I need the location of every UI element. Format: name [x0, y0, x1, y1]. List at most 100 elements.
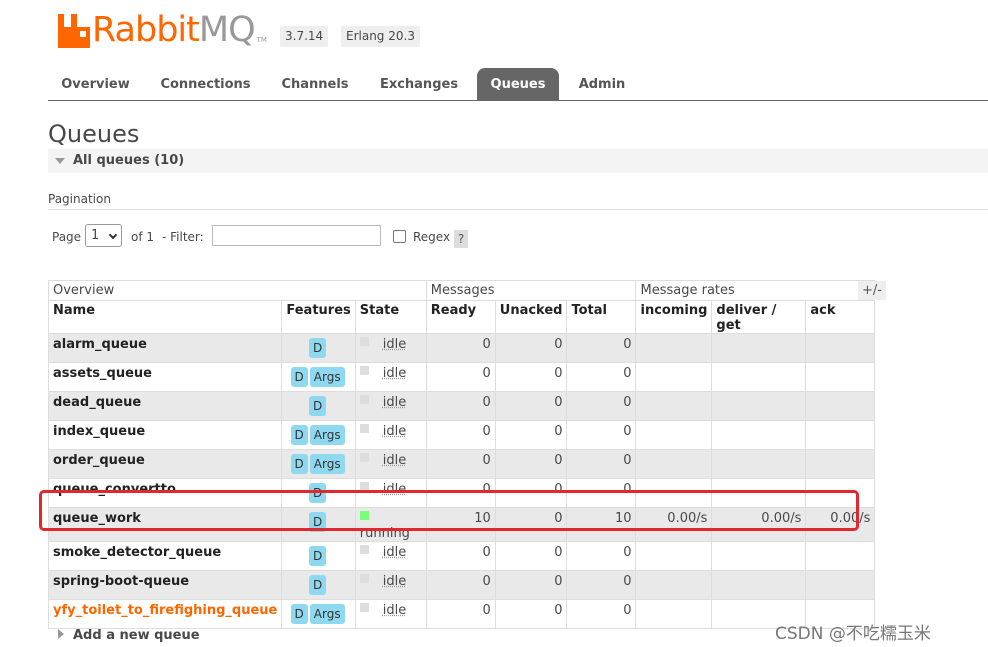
state-label: idle	[382, 453, 407, 468]
queue-name-link[interactable]: spring-boot-queue	[47, 570, 283, 600]
ack-cell	[805, 478, 876, 508]
state-label: idle	[382, 424, 407, 439]
incoming-cell	[635, 420, 713, 450]
state-cell: idle	[354, 391, 427, 421]
total-cell: 10	[566, 507, 637, 542]
ack-cell	[805, 333, 876, 363]
expand-triangle-icon	[58, 629, 64, 639]
tab-queues[interactable]: Queues	[477, 68, 559, 101]
queue-name-link[interactable]: assets_queue	[47, 362, 283, 392]
column-header[interactable]: Name	[47, 300, 283, 334]
queue-name-link[interactable]: yfy_toilet_to_firefighing_queue	[47, 599, 283, 629]
column-header[interactable]: Ready	[425, 300, 496, 334]
incoming-cell	[635, 541, 713, 571]
queue-name-link[interactable]: index_queue	[47, 420, 283, 450]
table-row: yfy_toilet_to_firefighing_queue D Args idle…	[47, 599, 876, 629]
total-cell: 0	[566, 333, 637, 363]
tab-admin[interactable]: Admin	[569, 68, 635, 101]
queue-name-link[interactable]: queue_work	[47, 507, 283, 542]
tab-connections[interactable]: Connections	[156, 68, 255, 101]
table-row: spring-boot-queue Didle 0 0 0	[47, 570, 876, 600]
tab-overview[interactable]: Overview	[48, 68, 143, 101]
page-label: Page	[52, 230, 82, 244]
feature-badge: Args	[309, 604, 345, 624]
queue-name-link[interactable]: alarm_queue	[47, 333, 283, 363]
column-header[interactable]: State	[354, 300, 427, 334]
column-header[interactable]: Unacked	[494, 300, 568, 334]
unacked-cell: 0	[494, 478, 568, 508]
main-nav-tabs: Overview Connections Channels Exchanges …	[48, 68, 988, 101]
ready-cell: 0	[425, 478, 496, 508]
ready-cell: 0	[425, 570, 496, 600]
unacked-cell: 0	[494, 362, 568, 392]
incoming-cell	[635, 362, 713, 392]
state-cell: idle	[354, 478, 427, 508]
total-cell: 0	[566, 420, 637, 450]
unacked-cell: 0	[494, 449, 568, 479]
incoming-cell: 0.00/s	[635, 507, 713, 542]
filter-label: - Filter:	[162, 230, 204, 244]
state-indicator-icon	[359, 424, 369, 433]
regex-help-button[interactable]: ?	[454, 230, 468, 248]
state-cell: idle	[354, 420, 427, 450]
table-row: dead_queue Didle 0 0 0	[47, 391, 876, 421]
state-indicator-icon	[359, 395, 369, 404]
rabbitmq-logo[interactable]: RabbitMQ TM	[58, 8, 267, 48]
incoming-cell	[635, 599, 713, 629]
state-label: idle	[382, 603, 407, 618]
total-cell: 0	[566, 449, 637, 479]
regex-checkbox[interactable]	[393, 230, 406, 243]
queue-name-link[interactable]: dead_queue	[47, 391, 283, 421]
ack-cell	[805, 420, 876, 450]
queue-name-link[interactable]: queue_convertto	[47, 478, 283, 508]
queues-table: Overview Messages Message rates Name Feat…	[47, 280, 876, 629]
regex-label: Regex	[413, 230, 451, 244]
pagination-divider	[48, 209, 988, 210]
all-queues-toggle[interactable]: All queues (10)	[48, 149, 988, 173]
queue-name-link[interactable]: smoke_detector_queue	[47, 541, 283, 571]
column-header[interactable]: deliver / get	[711, 300, 807, 334]
column-toggle-button[interactable]: +/-	[858, 281, 886, 300]
unacked-cell: 0	[494, 333, 568, 363]
state-cell: idle	[354, 333, 427, 363]
features-cell: D	[281, 333, 356, 363]
table-row: order_queue D Args idle 0 0 0	[47, 449, 876, 479]
features-cell: D	[281, 570, 356, 600]
table-row: index_queue D Args idle 0 0 0	[47, 420, 876, 450]
page-select-value: 1	[91, 228, 100, 243]
features-cell: D Args	[281, 599, 356, 629]
ready-cell: 10	[425, 507, 496, 542]
ready-cell: 0	[425, 333, 496, 363]
collapse-triangle-icon	[55, 158, 65, 164]
column-header[interactable]: Features	[281, 300, 356, 334]
logo-text: RabbitMQ	[92, 10, 256, 50]
queue-name-link[interactable]: order_queue	[47, 449, 283, 479]
page-select[interactable]: 1	[85, 224, 122, 247]
tab-channels[interactable]: Channels	[274, 68, 356, 101]
state-label: idle	[382, 482, 407, 497]
state-cell: idle	[354, 570, 427, 600]
erlang-version-badge: Erlang 20.3	[341, 26, 420, 47]
feature-badge: D	[308, 546, 327, 566]
add-queue-toggle[interactable]: Add a new queue	[58, 628, 200, 643]
all-queues-label: All queues (10)	[73, 153, 185, 168]
features-cell: D Args	[281, 362, 356, 392]
group-messages: Messages	[425, 280, 637, 301]
column-header[interactable]: incoming	[635, 300, 713, 334]
state-indicator-icon	[359, 366, 369, 375]
header: RabbitMQ TM 3.7.14 Erlang 20.3	[0, 0, 988, 60]
column-header[interactable]: Total	[566, 300, 637, 334]
feature-badge: D	[290, 367, 308, 387]
state-cell: idle	[354, 599, 427, 629]
filter-input[interactable]	[212, 225, 381, 246]
state-label: running	[359, 526, 410, 541]
table-row: smoke_detector_queue Didle 0 0 0	[47, 541, 876, 571]
column-header[interactable]: ack	[805, 300, 876, 334]
state-cell: running	[354, 507, 427, 542]
state-indicator-icon	[359, 511, 369, 520]
table-row: assets_queue D Args idle 0 0 0	[47, 362, 876, 392]
feature-badge: Args	[309, 425, 345, 445]
tab-exchanges[interactable]: Exchanges	[372, 68, 466, 101]
trademark-mark: TM	[256, 36, 267, 44]
deliver-cell	[711, 420, 807, 450]
